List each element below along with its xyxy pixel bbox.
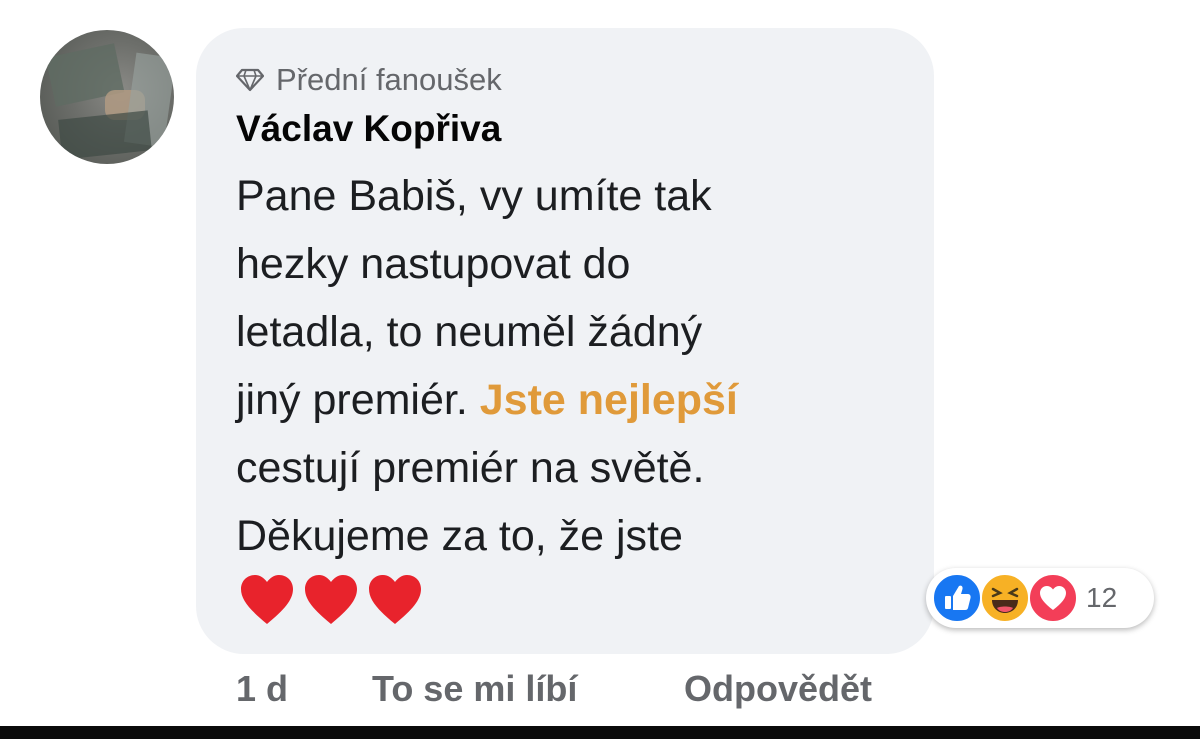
comment-line: hezky nastupovat do <box>236 240 631 288</box>
hearts-row <box>238 572 424 628</box>
comment-line: Pane Babiš, vy umíte tak <box>236 172 712 220</box>
badge-label: Přední fanoušek <box>276 62 502 97</box>
reactions-summary[interactable]: 12 <box>926 568 1154 628</box>
heart-icon <box>305 575 357 624</box>
reaction-count: 12 <box>1086 582 1118 613</box>
like-icon <box>932 573 982 623</box>
comment-timestamp[interactable]: 1 d <box>236 668 288 710</box>
top-fan-badge: Přední fanoušek <box>236 62 502 98</box>
avatar[interactable] <box>40 30 174 164</box>
diamond-icon <box>236 68 264 92</box>
comment-line: cestují premiér na světě. <box>236 444 705 492</box>
like-link[interactable]: To se mi líbí <box>372 668 577 710</box>
comment-author[interactable]: Václav Kopřiva <box>236 108 501 150</box>
comment-text: Pane Babiš, vy umíte tak hezky nastupova… <box>236 162 916 570</box>
heart-icon <box>369 575 421 624</box>
comment-line-prefix: jiný premiér. <box>236 376 480 424</box>
love-icon <box>1028 573 1078 623</box>
comment-line: Děkujeme za to, že jste <box>236 512 683 560</box>
reply-link[interactable]: Odpovědět <box>684 668 872 710</box>
comment-line: letadla, to neuměl žádný <box>236 308 703 356</box>
highlighted-text: Jste nejlepší <box>479 376 738 424</box>
comment-line: jiný premiér. Jste nejlepší <box>236 366 916 434</box>
heart-icon <box>241 575 293 624</box>
haha-icon <box>980 573 1030 623</box>
bottom-divider <box>0 726 1200 739</box>
